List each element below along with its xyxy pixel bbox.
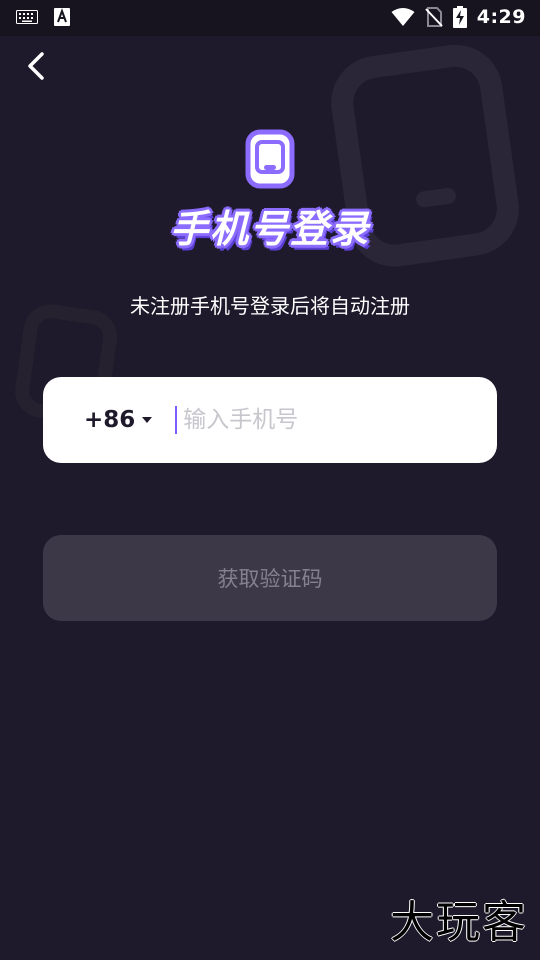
watermark-logo: 大玩客	[390, 897, 528, 948]
phone-icon	[245, 129, 295, 189]
text-cursor	[175, 406, 178, 434]
keyboard-icon	[16, 10, 38, 24]
back-button[interactable]	[18, 48, 54, 84]
status-bar: 4:29	[0, 0, 540, 36]
get-code-button[interactable]: 获取验证码	[43, 535, 497, 621]
font-a-icon	[54, 8, 70, 26]
phone-input-card: +86	[43, 377, 497, 463]
battery-charging-icon	[452, 6, 467, 28]
status-right-icons: 4:29	[391, 6, 526, 28]
status-left-icons	[16, 8, 70, 26]
country-code-selector[interactable]: +86	[84, 407, 153, 433]
caret-down-icon	[142, 417, 153, 423]
page-title: 手机号登录	[169, 207, 370, 251]
no-sim-icon	[425, 7, 443, 27]
phone-number-input[interactable]	[181, 406, 476, 434]
chevron-left-icon	[28, 52, 44, 80]
country-code-label: +86	[84, 407, 136, 433]
wifi-icon	[391, 8, 415, 26]
status-time: 4:29	[476, 6, 526, 28]
subtitle: 未注册手机号登录后将自动注册	[130, 294, 410, 318]
